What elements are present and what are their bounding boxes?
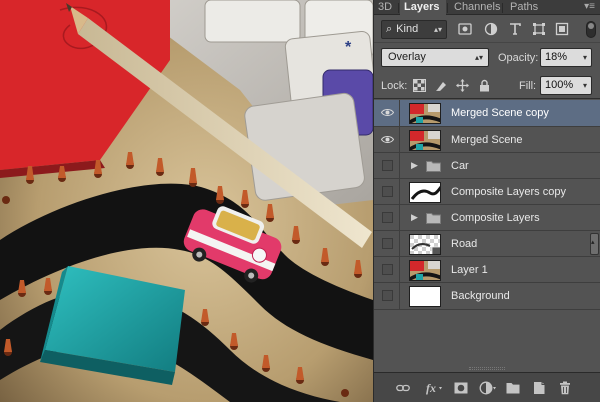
scene-photo: * xyxy=(0,0,373,402)
lock-image-pixels-icon[interactable] xyxy=(435,79,448,92)
layer-row[interactable]: Background xyxy=(374,283,600,310)
blend-row: Overlay ▴▾ Opacity: 18% ▾ xyxy=(374,44,600,71)
layer-thumbnail xyxy=(409,260,441,281)
layer-name: Composite Layers copy xyxy=(451,185,566,198)
blend-mode-value: Overlay xyxy=(388,51,426,63)
layer-thumbnail xyxy=(409,182,441,203)
layer-row[interactable]: Merged Scene xyxy=(374,127,600,153)
new-layer-icon[interactable] xyxy=(532,381,546,395)
fill-field[interactable]: 100% ▾ xyxy=(540,76,592,95)
layer-name: Road xyxy=(451,237,478,250)
opacity-value: 18% xyxy=(545,51,568,63)
lock-all-icon[interactable] xyxy=(478,79,491,92)
layers-bottom-toolbar: fx xyxy=(374,372,600,402)
dropdown-arrow-icon: ▾ xyxy=(582,81,587,90)
svg-text:fx: fx xyxy=(426,381,436,395)
image-filter-icon[interactable] xyxy=(458,22,472,36)
type-filter-icon[interactable] xyxy=(508,22,522,36)
eye-icon xyxy=(381,136,394,143)
folder-icon xyxy=(426,161,441,172)
panel-menu-icon[interactable]: ▾≡ xyxy=(584,1,595,12)
layer-thumbnail xyxy=(409,130,441,151)
layer-list-empty-area xyxy=(374,320,600,372)
layer-filter-row: ⌕ Kind ▴▾ xyxy=(374,15,600,43)
hidden-checkbox xyxy=(382,212,393,223)
tab-3d[interactable]: 3D xyxy=(374,0,396,15)
layer-row[interactable]: Composite Layers copy xyxy=(374,179,600,205)
layer-group-row[interactable]: ▶ Car xyxy=(374,153,600,179)
visibility-toggle[interactable] xyxy=(374,231,400,256)
visibility-toggle[interactable] xyxy=(374,100,400,126)
opacity-label: Opacity: xyxy=(498,52,539,64)
fill-label: Fill: xyxy=(519,80,537,92)
layer-row[interactable]: Merged Scene copy xyxy=(374,100,600,127)
fx-icon[interactable]: fx xyxy=(425,381,443,395)
folder-icon xyxy=(426,213,441,224)
svg-text:*: * xyxy=(345,39,352,56)
visibility-toggle[interactable] xyxy=(374,127,400,152)
new-group-icon[interactable] xyxy=(506,381,520,395)
fill-value: 100% xyxy=(545,79,574,91)
search-icon: ⌕ xyxy=(386,23,393,35)
trash-icon[interactable] xyxy=(558,381,572,395)
panel-resize-grip[interactable] xyxy=(469,367,505,370)
visibility-toggle[interactable] xyxy=(374,257,400,282)
adjustment-layer-icon[interactable] xyxy=(479,381,497,395)
lock-label: Lock: xyxy=(381,80,408,92)
layer-row[interactable]: Layer 1 xyxy=(374,257,600,283)
layer-name: Layer 1 xyxy=(451,263,488,276)
hidden-checkbox xyxy=(382,264,393,275)
select-arrows-icon: ▴▾ xyxy=(433,25,442,34)
add-mask-icon[interactable] xyxy=(454,381,468,395)
hidden-checkbox xyxy=(382,290,393,301)
tab-layers[interactable]: Layers xyxy=(400,0,446,16)
hidden-checkbox xyxy=(382,186,393,197)
layer-list: Merged Scene copy Merged Scene ▶ Car Com… xyxy=(374,100,600,310)
scrollbar-thumb[interactable] xyxy=(590,233,599,255)
layer-thumbnail xyxy=(409,103,441,124)
dropdown-arrow-icon: ▾ xyxy=(582,53,587,62)
layer-name: Car xyxy=(451,159,469,172)
hidden-checkbox xyxy=(382,160,393,171)
link-layers-icon[interactable] xyxy=(396,381,410,395)
smart-object-filter-icon[interactable] xyxy=(555,22,569,36)
lock-row: Lock: Fill: 100% ▾ xyxy=(374,72,600,99)
layer-thumbnail xyxy=(409,286,441,307)
blend-mode-select[interactable]: Overlay ▴▾ xyxy=(381,48,489,67)
visibility-toggle[interactable] xyxy=(374,283,400,309)
tab-paths[interactable]: Paths xyxy=(506,0,542,15)
layer-row[interactable]: Road xyxy=(374,231,600,257)
tab-channels[interactable]: Channels xyxy=(450,0,504,15)
filter-toggle-switch[interactable] xyxy=(586,21,596,38)
eye-icon xyxy=(381,109,394,116)
layer-name: Merged Scene xyxy=(451,133,523,146)
expand-arrow-icon[interactable]: ▶ xyxy=(411,160,418,171)
filter-kind-label: Kind xyxy=(396,23,419,35)
shape-filter-icon[interactable] xyxy=(532,22,546,36)
lock-transparent-pixels-icon[interactable] xyxy=(413,79,426,92)
filter-kind-select[interactable]: ⌕ Kind ▴▾ xyxy=(381,20,447,39)
adjustment-filter-icon[interactable] xyxy=(484,22,498,36)
layer-thumbnail xyxy=(409,234,441,255)
expand-arrow-icon[interactable]: ▶ xyxy=(411,212,418,223)
panel-tab-bar: 3D Layers Channels Paths ▾≡ xyxy=(374,0,600,16)
layer-group-row[interactable]: ▶ Composite Layers xyxy=(374,205,600,231)
visibility-toggle[interactable] xyxy=(374,179,400,204)
visibility-toggle[interactable] xyxy=(374,153,400,178)
layer-name: Composite Layers xyxy=(451,211,540,224)
select-arrows-icon: ▴▾ xyxy=(474,53,483,62)
layer-name: Merged Scene copy xyxy=(451,107,549,119)
opacity-field[interactable]: 18% ▾ xyxy=(540,48,592,67)
lock-position-icon[interactable] xyxy=(456,79,469,92)
layers-panel: 3D Layers Channels Paths ▾≡ ⌕ Kind ▴▾ Ov… xyxy=(373,0,600,402)
document-canvas[interactable]: * xyxy=(0,0,373,402)
layer-name: Background xyxy=(451,290,510,302)
visibility-toggle[interactable] xyxy=(374,205,400,230)
hidden-checkbox xyxy=(382,238,393,249)
